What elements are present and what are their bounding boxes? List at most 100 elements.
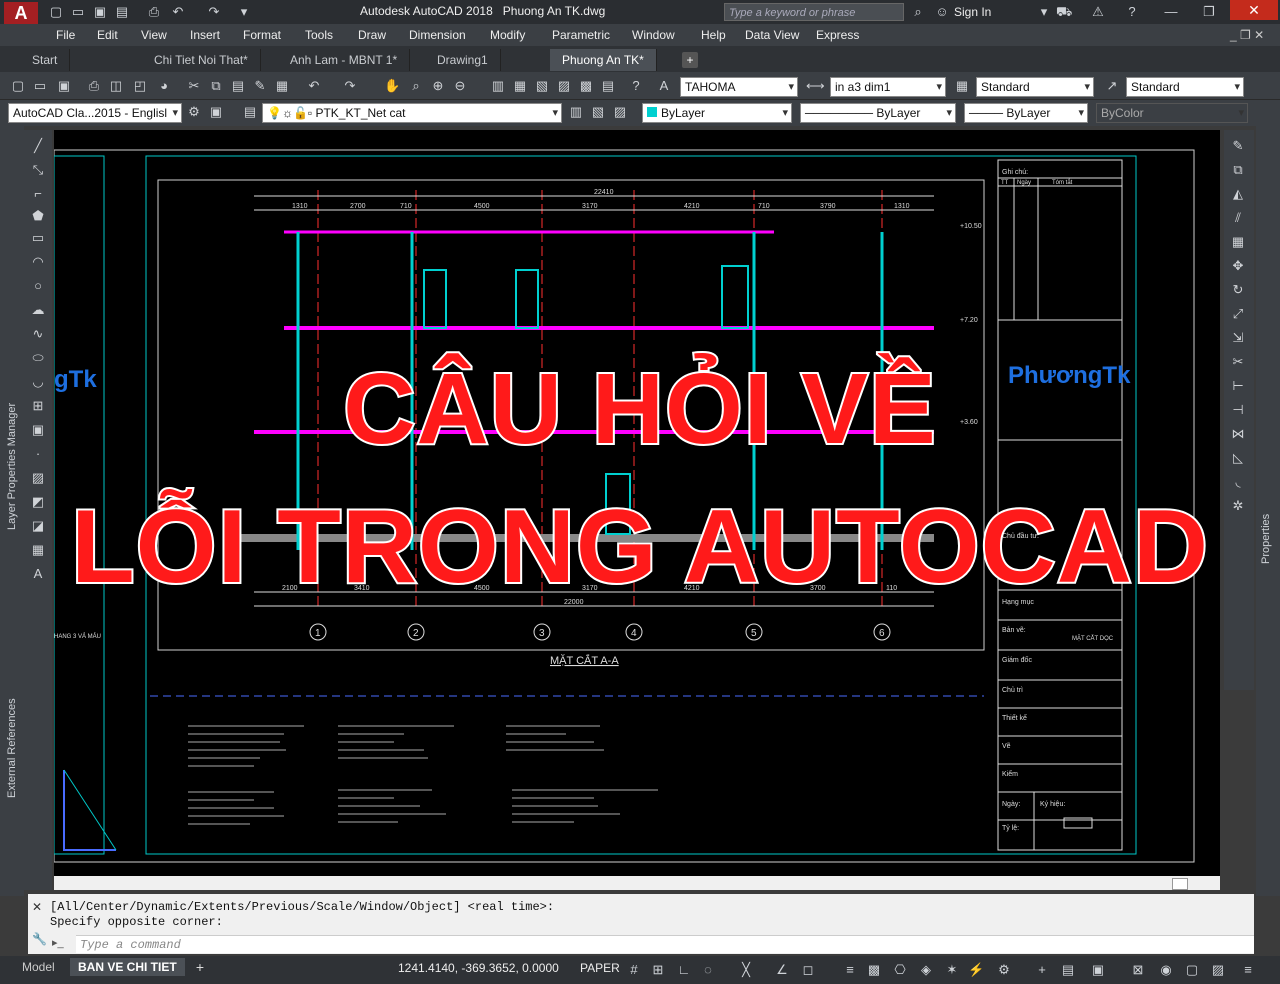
sheet-set-icon[interactable]: ▨ [556,78,572,94]
3d-osnap-icon[interactable]: ◈ [918,962,934,978]
autocad-logo-button[interactable]: A [4,2,38,24]
new-icon[interactable]: ▢ [10,78,26,94]
menu-express[interactable]: Express [816,28,859,42]
menu-view[interactable]: View [141,28,167,42]
text-style-select[interactable]: TAHOMA [680,77,798,97]
menu-data-view[interactable]: Data View [745,28,799,42]
zoom-previous-icon[interactable]: ⊖ [452,78,468,94]
save-icon-2[interactable]: ▣ [56,78,72,94]
tab-drawing1[interactable]: Drawing1 [425,49,501,71]
design-center-icon[interactable]: ▦ [512,78,528,94]
auto-scale-icon[interactable]: ⚡ [968,962,984,978]
horizontal-scrollbar[interactable] [54,876,1220,890]
help-icon-2[interactable]: ? [628,78,644,94]
close-command-line-icon[interactable]: ✕ [32,900,46,914]
offset-icon[interactable]: ⫽ [1230,210,1246,226]
tab-phuong-an-tk[interactable]: Phuong An TK* [550,49,657,71]
performance-icon[interactable]: ▨ [1210,962,1226,978]
revision-cloud-icon[interactable]: ☁ [30,302,46,318]
arc-icon[interactable]: ◠ [30,254,46,270]
dim-style-icon[interactable]: ⟷ [806,78,825,94]
tab-anh-lam-mbnt[interactable]: Anh Lam - MBNT 1* [278,49,411,71]
open-icon[interactable]: ▭ [32,78,48,94]
layer-manager-icon[interactable]: ▤ [242,104,258,120]
minimize-icon[interactable]: — [1158,4,1184,20]
copy-icon[interactable]: ⧉ [208,78,224,94]
scale-icon[interactable]: ⤢ [1230,306,1246,322]
transparency-icon[interactable]: ▩ [866,962,882,978]
ortho-icon[interactable]: ∟ [676,962,692,978]
lineweight-display-icon[interactable]: ≡ [842,962,858,978]
help-search-input[interactable]: Type a keyword or phrase [724,3,904,21]
linetype-select[interactable]: ──────── ByLayer [800,103,956,123]
stretch-icon[interactable]: ⇲ [1230,330,1246,346]
command-prompt-icon[interactable]: ▸_ [52,936,72,952]
table-style-select[interactable]: Standard [976,77,1094,97]
3d-print-icon[interactable]: ◕ [156,78,172,94]
plot-icon[interactable]: ⎙ [146,4,162,20]
mleader-style-select[interactable]: Standard [1126,77,1244,97]
properties-icon[interactable]: ▥ [490,78,506,94]
construction-line-icon[interactable]: ⤡ [30,162,46,178]
user-icon[interactable]: ☺ [934,4,950,20]
rectangle-icon[interactable]: ▭ [30,230,46,246]
redo-icon-2[interactable]: ↷ [342,78,358,94]
layer-previous-icon[interactable]: ▧ [590,104,606,120]
zoom-window-icon[interactable]: ⊕ [430,78,446,94]
layer-state-icon[interactable]: ▨ [612,104,628,120]
new-file-icon[interactable]: ▢ [48,4,64,20]
redo-icon[interactable]: ↷ [206,4,222,20]
lineweight-select[interactable]: ──── ByLayer [964,103,1088,123]
snap-icon[interactable]: ⊞ [650,962,666,978]
undo-icon[interactable]: ↶ [170,4,186,20]
sign-in-link[interactable]: Sign In [954,5,991,19]
menu-edit[interactable]: Edit [97,28,118,42]
block-editor-icon[interactable]: ▦ [274,78,290,94]
tab-ban-ve-chi-tiet[interactable]: BAN VE CHI TIET [70,958,185,976]
pan-icon[interactable]: ✋ [384,78,400,94]
restore-icon[interactable]: ❐ [1196,4,1222,20]
hatch-icon[interactable]: ▨ [30,470,46,486]
match-properties-icon[interactable]: ✎ [252,78,268,94]
mleader-style-icon[interactable]: ↗ [1104,78,1120,94]
workspace-select[interactable]: AutoCAD Cla...2015 - Englisl [8,103,182,123]
menu-help[interactable]: Help [701,28,726,42]
calculator-icon[interactable]: ▤ [600,78,616,94]
customize-status-icon[interactable]: ≡ [1240,962,1256,978]
copy-object-icon[interactable]: ⧉ [1230,162,1246,178]
annotation-visibility-icon[interactable]: ✶ [944,962,960,978]
line-icon[interactable]: ╱ [30,138,46,154]
undo-icon-2[interactable]: ↶ [306,78,322,94]
hardware-acceleration-icon[interactable]: ◉ [1158,962,1174,978]
menu-modify[interactable]: Modify [490,28,525,42]
menu-format[interactable]: Format [243,28,281,42]
object-snap-icon[interactable]: ◻ [800,962,816,978]
sign-in-dropdown-icon[interactable]: ▾ [1036,4,1052,20]
menu-window[interactable]: Window [632,28,675,42]
menu-draw[interactable]: Draw [358,28,386,42]
save-as-icon[interactable]: ▤ [114,4,130,20]
preview-icon[interactable]: ◫ [108,78,124,94]
help-icon[interactable]: ? [1124,4,1140,20]
binoculars-icon[interactable]: ⌕ [910,4,926,20]
customize-wrench-icon[interactable]: 🔧 [32,932,47,946]
polar-icon[interactable]: ◌ [700,962,716,978]
annotation-scale-icon[interactable]: ⚙ [996,962,1012,978]
tab-start[interactable]: Start [20,49,71,71]
isodraft-icon[interactable]: ╳ [738,962,754,978]
array-icon[interactable]: ▦ [1230,234,1246,250]
paper-space-toggle[interactable]: PAPER [580,961,620,975]
menu-parametric[interactable]: Parametric [552,28,610,42]
save-icon[interactable]: ▣ [92,4,108,20]
cart-icon[interactable]: ⛟ [1056,4,1072,20]
add-icon[interactable]: + [1034,962,1050,978]
make-current-layer-icon[interactable]: ▥ [568,104,584,120]
print-icon[interactable]: ⎙ [86,78,102,94]
table-style-icon[interactable]: ▦ [954,78,970,94]
plotstyle-select[interactable]: ByColor [1096,103,1248,123]
selection-cycling-icon[interactable]: ⎔ [892,962,908,978]
clean-screen-icon[interactable]: ▢ [1184,962,1200,978]
dim-style-select[interactable]: in a3 dim1 [830,77,946,97]
workspace-dropdown-icon[interactable]: ▾ [236,4,252,20]
close-window-button[interactable]: ✕ [1230,0,1278,20]
